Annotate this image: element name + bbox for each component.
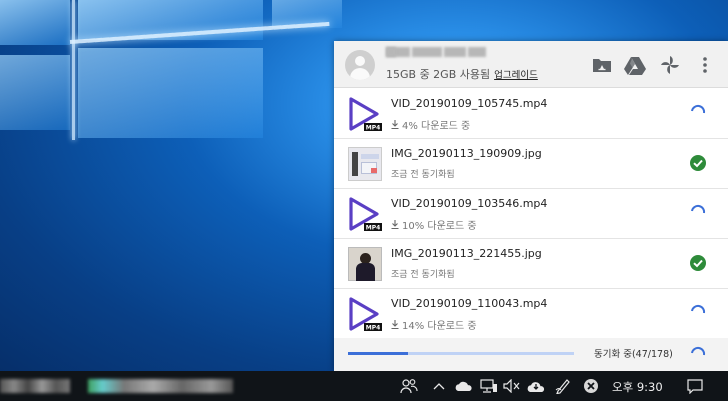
- drive-folder-icon[interactable]: [591, 55, 613, 75]
- file-row[interactable]: IMG_20190113_190909.jpg 조금 전 동기화됨: [334, 139, 728, 189]
- file-status: 4% 다운로드 중: [391, 117, 470, 132]
- account-name: █████████████: [386, 47, 396, 57]
- syncing-spinner-icon: [689, 204, 707, 222]
- taskbar-app-blurred[interactable]: [0, 379, 70, 393]
- file-status: 14% 다운로드 중: [391, 317, 477, 332]
- wallpaper-pane: [78, 48, 263, 138]
- file-name: VID_20190109_105745.mp4: [391, 97, 548, 110]
- account-name-blurred: █████████████: [386, 47, 496, 59]
- panel-header: █████████████ 15GB 중 2GB 사용됨업그레이드: [334, 41, 728, 88]
- file-status-text: 4% 다운로드 중: [402, 121, 471, 132]
- more-vert-icon[interactable]: [694, 55, 716, 75]
- download-icon: [391, 220, 399, 229]
- onedrive-icon[interactable]: [453, 375, 475, 397]
- file-status: 조금 전 동기화됨: [391, 267, 455, 280]
- network-icon[interactable]: [478, 375, 500, 397]
- storage-text: 15GB 중 2GB 사용됨: [386, 68, 491, 81]
- file-status: 조금 전 동기화됨: [391, 167, 455, 180]
- taskbar-app-blurred[interactable]: [88, 379, 233, 393]
- file-row[interactable]: MP4 VID_20190109_105745.mp4 4% 다운로드 중: [334, 89, 728, 139]
- file-row[interactable]: IMG_20190113_221455.jpg 조금 전 동기화됨: [334, 239, 728, 289]
- google-photos-icon[interactable]: [659, 55, 681, 75]
- sync-progress-fill: [348, 352, 408, 355]
- action-center-icon[interactable]: [684, 375, 706, 397]
- check-circle-icon: [689, 154, 707, 172]
- pen-icon[interactable]: [553, 375, 573, 397]
- file-name: IMG_20190113_221455.jpg: [391, 247, 542, 260]
- google-drive-icon[interactable]: [624, 55, 646, 75]
- file-name: VID_20190109_110043.mp4: [391, 297, 548, 310]
- svg-text:MP4: MP4: [366, 324, 381, 331]
- wallpaper-pane: [0, 55, 70, 130]
- file-status-text: 조금 전 동기화됨: [391, 270, 455, 280]
- file-list: MP4 VID_20190109_105745.mp4 4% 다운로드 중 IM…: [334, 89, 728, 339]
- upgrade-link[interactable]: 업그레이드: [494, 70, 538, 81]
- svg-text:MP4: MP4: [366, 124, 381, 131]
- backup-sync-panel: █████████████ 15GB 중 2GB 사용됨업그레이드 MP4 VI…: [334, 41, 728, 371]
- video-file-icon: MP4: [348, 97, 382, 131]
- file-row[interactable]: MP4 VID_20190109_110043.mp4 14% 다운로드 중: [334, 289, 728, 339]
- syncing-spinner-icon: [689, 346, 707, 364]
- video-file-icon: MP4: [348, 297, 382, 331]
- file-status-text: 14% 다운로드 중: [402, 321, 477, 332]
- volume-muted-icon[interactable]: [502, 375, 522, 397]
- file-status: 10% 다운로드 중: [391, 217, 477, 232]
- file-name: VID_20190109_103546.mp4: [391, 197, 548, 210]
- backup-sync-icon[interactable]: [525, 375, 547, 397]
- download-icon: [391, 120, 399, 129]
- storage-usage: 15GB 중 2GB 사용됨 업그레이드: [386, 66, 538, 82]
- file-status-text: 조금 전 동기화됨: [391, 170, 455, 180]
- syncing-spinner-icon: [689, 304, 707, 322]
- syncing-spinner-icon: [689, 104, 707, 122]
- chevron-up-icon[interactable]: [430, 375, 448, 397]
- wallpaper-pane: [0, 0, 70, 45]
- taskbar: 오후 9:30: [0, 371, 728, 401]
- sync-progress-bar: [348, 352, 574, 355]
- taskbar-clock[interactable]: 오후 9:30: [612, 379, 663, 395]
- file-name: IMG_20190113_190909.jpg: [391, 147, 542, 160]
- image-thumbnail: [348, 247, 382, 281]
- avatar[interactable]: [345, 50, 375, 80]
- check-circle-icon: [689, 254, 707, 272]
- close-circle-icon[interactable]: [580, 375, 602, 397]
- file-row[interactable]: MP4 VID_20190109_103546.mp4 10% 다운로드 중: [334, 189, 728, 239]
- sync-footer: 동기화 중(47/178): [334, 338, 728, 371]
- download-icon: [391, 320, 399, 329]
- file-status-text: 10% 다운로드 중: [402, 221, 477, 232]
- people-icon[interactable]: [398, 375, 420, 397]
- svg-text:MP4: MP4: [366, 224, 381, 231]
- video-file-icon: MP4: [348, 197, 382, 231]
- image-thumbnail: [348, 147, 382, 181]
- sync-status-text: 동기화 중(47/178): [594, 349, 673, 360]
- wallpaper-light-beam: [72, 0, 75, 140]
